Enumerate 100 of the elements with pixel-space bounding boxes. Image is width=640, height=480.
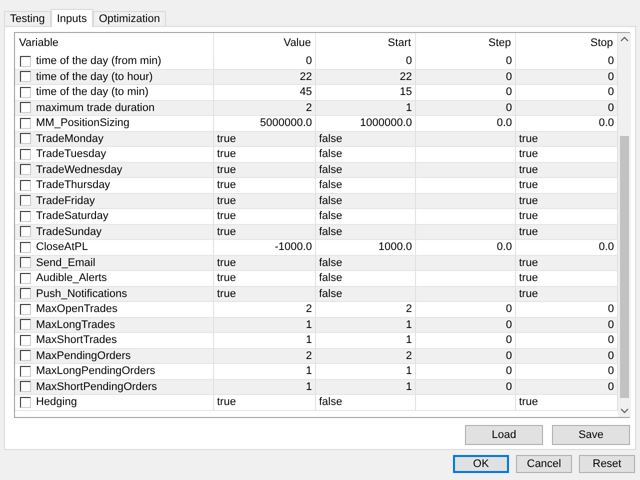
table-cell: 0 [416,54,516,68]
checkbox[interactable] [20,71,31,82]
checkbox[interactable] [20,334,31,346]
tab[interactable]: Testing [4,11,51,26]
scrollbar[interactable] [618,33,631,417]
table-cell: true [214,147,316,162]
checkbox[interactable] [20,118,31,129]
variable-name: Hedging [36,396,77,408]
table-cell: 1 [316,333,416,348]
scroll-thumb[interactable] [620,136,629,398]
table-cell: false [316,132,416,146]
checkbox[interactable] [20,133,31,144]
button[interactable]: Load [465,425,543,445]
table-cell: 2 [316,302,416,316]
table-cell: 0 [416,380,516,394]
checkbox[interactable] [20,164,31,176]
variable-name: TradeFriday [36,194,95,207]
table-cell: 2 [214,348,316,363]
dialog-button[interactable]: Reset [579,455,635,473]
table-cell: 1 [214,318,316,332]
table-cell: true [214,194,316,208]
table-cell: 0 [416,302,516,316]
table-cell: 2 [316,348,416,363]
table-cell: true [214,209,316,224]
checkbox[interactable] [20,381,31,392]
variable-name: Send_Email [36,256,96,269]
checkbox[interactable] [20,242,31,253]
table-cell: 0 [316,54,416,68]
dialog-button[interactable]: Cancel [516,455,572,473]
table-cell: 45 [214,85,316,100]
table-cell: false [316,256,416,270]
checkbox[interactable] [20,272,31,284]
checkbox[interactable] [20,102,31,114]
table-cell: 15 [316,85,416,100]
table-cell: false [316,224,416,239]
table-cell: 0 [416,348,516,363]
checkbox[interactable] [20,319,31,330]
table-cell: 1 [316,318,416,332]
table-cell: 0 [416,85,516,100]
checkbox[interactable] [20,304,31,315]
table-cell: 22 [214,70,316,84]
variable-name: TradeThursday [36,179,110,192]
variable-name: MaxShortTrades [36,334,117,346]
checkbox[interactable] [20,257,31,268]
table-cell: false [316,147,416,162]
variable-name: TradeWednesday [36,164,122,176]
table-cell: 0 [416,70,516,84]
checkbox[interactable] [20,396,31,408]
checkbox[interactable] [20,366,31,377]
table-cell: true [214,395,316,410]
table-cell: 2 [214,100,316,115]
table-cell: 1 [316,100,416,115]
checkbox[interactable] [20,288,31,300]
table-cell: 1000000.0 [316,116,416,130]
variable-name: TradeSunday [36,226,102,238]
checkbox[interactable] [20,226,31,238]
variable-name: TradeMonday [36,132,104,145]
checkbox[interactable] [20,210,31,222]
table-cell: 5000000.0 [214,116,316,130]
checkbox[interactable] [20,195,31,206]
checkbox[interactable] [20,148,31,160]
variable-name: MaxOpenTrades [36,303,118,316]
variable-name: MaxLongPendingOrders [36,365,156,378]
table-cell: 0 [416,364,516,378]
table-cell: 22 [316,70,416,84]
table-cell: false [316,286,416,301]
table-cell: 1 [214,380,316,394]
checkbox[interactable] [20,56,31,67]
variable-name: TradeSaturday [36,210,108,222]
checkbox[interactable] [20,86,31,98]
variable-name: maximum trade duration [36,102,155,114]
checkbox[interactable] [20,180,31,191]
table-cell: false [316,194,416,208]
tab[interactable]: Optimization [92,11,166,26]
table-cell: 0 [416,100,516,115]
dialog-button[interactable]: OK [453,455,509,473]
tab[interactable]: Inputs [50,9,93,27]
table-cell: false [316,271,416,286]
variable-name: time of the day (to min) [36,86,148,98]
table-cell: 1000.0 [316,240,416,254]
variable-name: MaxLongTrades [36,318,116,331]
table-cell: true [214,271,316,286]
column-header[interactable]: Start [316,33,416,54]
button[interactable]: Save [552,425,630,445]
checkbox[interactable] [20,350,31,362]
table-cell: 1 [214,333,316,348]
table-cell: false [316,209,416,224]
variable-name: MM_PositionSizing [36,117,130,130]
column-header[interactable]: Value [214,33,316,54]
table-cell: 0 [214,54,316,68]
variable-name: MaxShortPendingOrders [36,380,158,393]
variable-name: time of the day (to hour) [36,70,153,83]
column-header[interactable]: Variable [15,33,214,54]
table-cell: 0 [416,333,516,348]
table-cell: 1 [214,364,316,378]
table-cell: true [214,224,316,239]
table-cell: 2 [214,302,316,316]
table-cell: 0 [416,318,516,332]
column-header[interactable]: Step [416,33,516,54]
variable-name: Audible_Alerts [36,272,107,284]
